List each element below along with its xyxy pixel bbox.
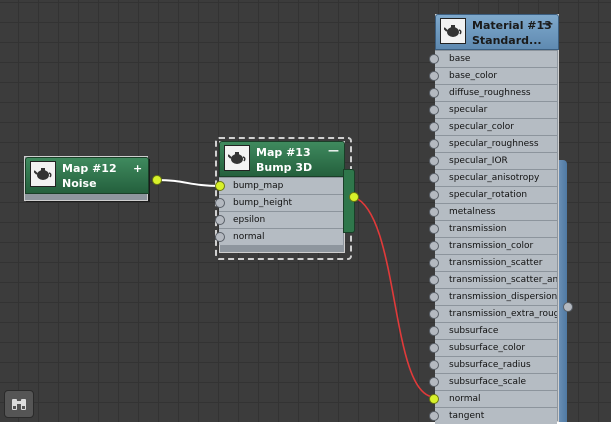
material-slot[interactable]: metalness	[435, 203, 557, 220]
material-input-socket[interactable]	[429, 139, 439, 149]
material-slot[interactable]: specular_color	[435, 118, 557, 135]
wire-noise-to-bump[interactable]	[156, 179, 221, 187]
material-input-socket[interactable]	[429, 292, 439, 302]
material-input-socket[interactable]	[429, 54, 439, 64]
material-input-socket[interactable]	[429, 343, 439, 353]
teapot-icon	[30, 161, 56, 187]
slot-bump-height[interactable]: bump_height	[219, 194, 343, 211]
material-input-socket[interactable]	[429, 241, 439, 251]
slot-normal[interactable]: normal	[219, 228, 343, 245]
material-slot[interactable]: transmission_extra_roug...	[435, 305, 557, 322]
navigator-button[interactable]	[4, 390, 34, 418]
material-slot[interactable]: transmission_scatter_ani...	[435, 271, 557, 288]
material-slot[interactable]: specular_IOR	[435, 152, 557, 169]
slot-epsilon[interactable]: epsilon	[219, 211, 343, 228]
node-subtitle: Noise	[62, 177, 97, 190]
material-slot[interactable]: tangent	[435, 407, 557, 424]
input-socket-bump-height[interactable]	[215, 198, 225, 208]
material-slot[interactable]: transmission	[435, 220, 557, 237]
binoculars-icon	[12, 399, 26, 410]
node-map13-bump3d[interactable]: Map #13 Bump 3D — bump_map bump_height e…	[215, 141, 359, 253]
material-slot[interactable]: subsurface_scale	[435, 373, 557, 390]
node-title: Map #12	[62, 162, 117, 175]
material-slot[interactable]: transmission_dispersion	[435, 288, 557, 305]
material-slot[interactable]: base	[435, 50, 557, 67]
material-input-socket[interactable]	[429, 326, 439, 336]
node-subtitle: Bump 3D	[256, 161, 313, 174]
node-material13-standard[interactable]: Material #13 Standard... — base base_colo…	[429, 14, 559, 424]
material-input-socket[interactable]	[429, 275, 439, 285]
collapse-button[interactable]: —	[328, 145, 339, 156]
input-socket-normal[interactable]	[215, 232, 225, 242]
material-input-socket[interactable]	[429, 411, 439, 421]
material-input-socket[interactable]	[429, 122, 439, 132]
material-slot[interactable]: subsurface	[435, 322, 557, 339]
material-input-socket[interactable]	[429, 71, 439, 81]
node-map12-noise[interactable]: Map #12 Noise +	[24, 156, 162, 202]
material-input-socket[interactable]	[429, 224, 439, 234]
material-input-socket[interactable]	[429, 309, 439, 319]
material-input-socket[interactable]	[429, 88, 439, 98]
material-input-socket[interactable]	[429, 394, 439, 404]
material-input-socket[interactable]	[429, 190, 439, 200]
material-input-socket[interactable]	[429, 377, 439, 387]
teapot-icon	[440, 18, 466, 44]
node-subtitle: Standard...	[472, 34, 542, 47]
material-slot[interactable]: transmission_scatter	[435, 254, 557, 271]
material-input-socket[interactable]	[429, 360, 439, 370]
teapot-icon	[224, 145, 250, 171]
material-slot[interactable]: subsurface_color	[435, 339, 557, 356]
node-title: Map #13	[256, 146, 311, 159]
collapse-button[interactable]: —	[542, 18, 553, 29]
node-title: Material #13	[472, 19, 552, 32]
material-slot[interactable]: specular_rotation	[435, 186, 557, 203]
material-slot[interactable]: transmission_color	[435, 237, 557, 254]
material-slot[interactable]: diffuse_roughness	[435, 84, 557, 101]
input-socket-bump-map[interactable]	[215, 181, 225, 191]
material-input-socket[interactable]	[429, 173, 439, 183]
input-socket-epsilon[interactable]	[215, 215, 225, 225]
material-slot[interactable]: base_color	[435, 67, 557, 84]
output-socket[interactable]	[152, 175, 162, 185]
slot-bump-map[interactable]: bump_map	[219, 177, 343, 194]
material-input-socket[interactable]	[429, 258, 439, 268]
material-slot[interactable]: normal	[435, 390, 557, 407]
material-input-socket[interactable]	[429, 156, 439, 166]
add-output-button[interactable]: +	[133, 163, 142, 174]
material-slot[interactable]: specular_roughness	[435, 135, 557, 152]
material-input-socket[interactable]	[429, 105, 439, 115]
material-slot[interactable]: subsurface_radius	[435, 356, 557, 373]
material-input-socket[interactable]	[429, 207, 439, 217]
material-slot[interactable]: specular_anisotropy	[435, 169, 557, 186]
material-output-socket[interactable]	[563, 302, 573, 312]
output-socket[interactable]	[349, 192, 359, 202]
material-slot[interactable]: specular	[435, 101, 557, 118]
wire-bump-to-normal[interactable]	[353, 196, 435, 398]
